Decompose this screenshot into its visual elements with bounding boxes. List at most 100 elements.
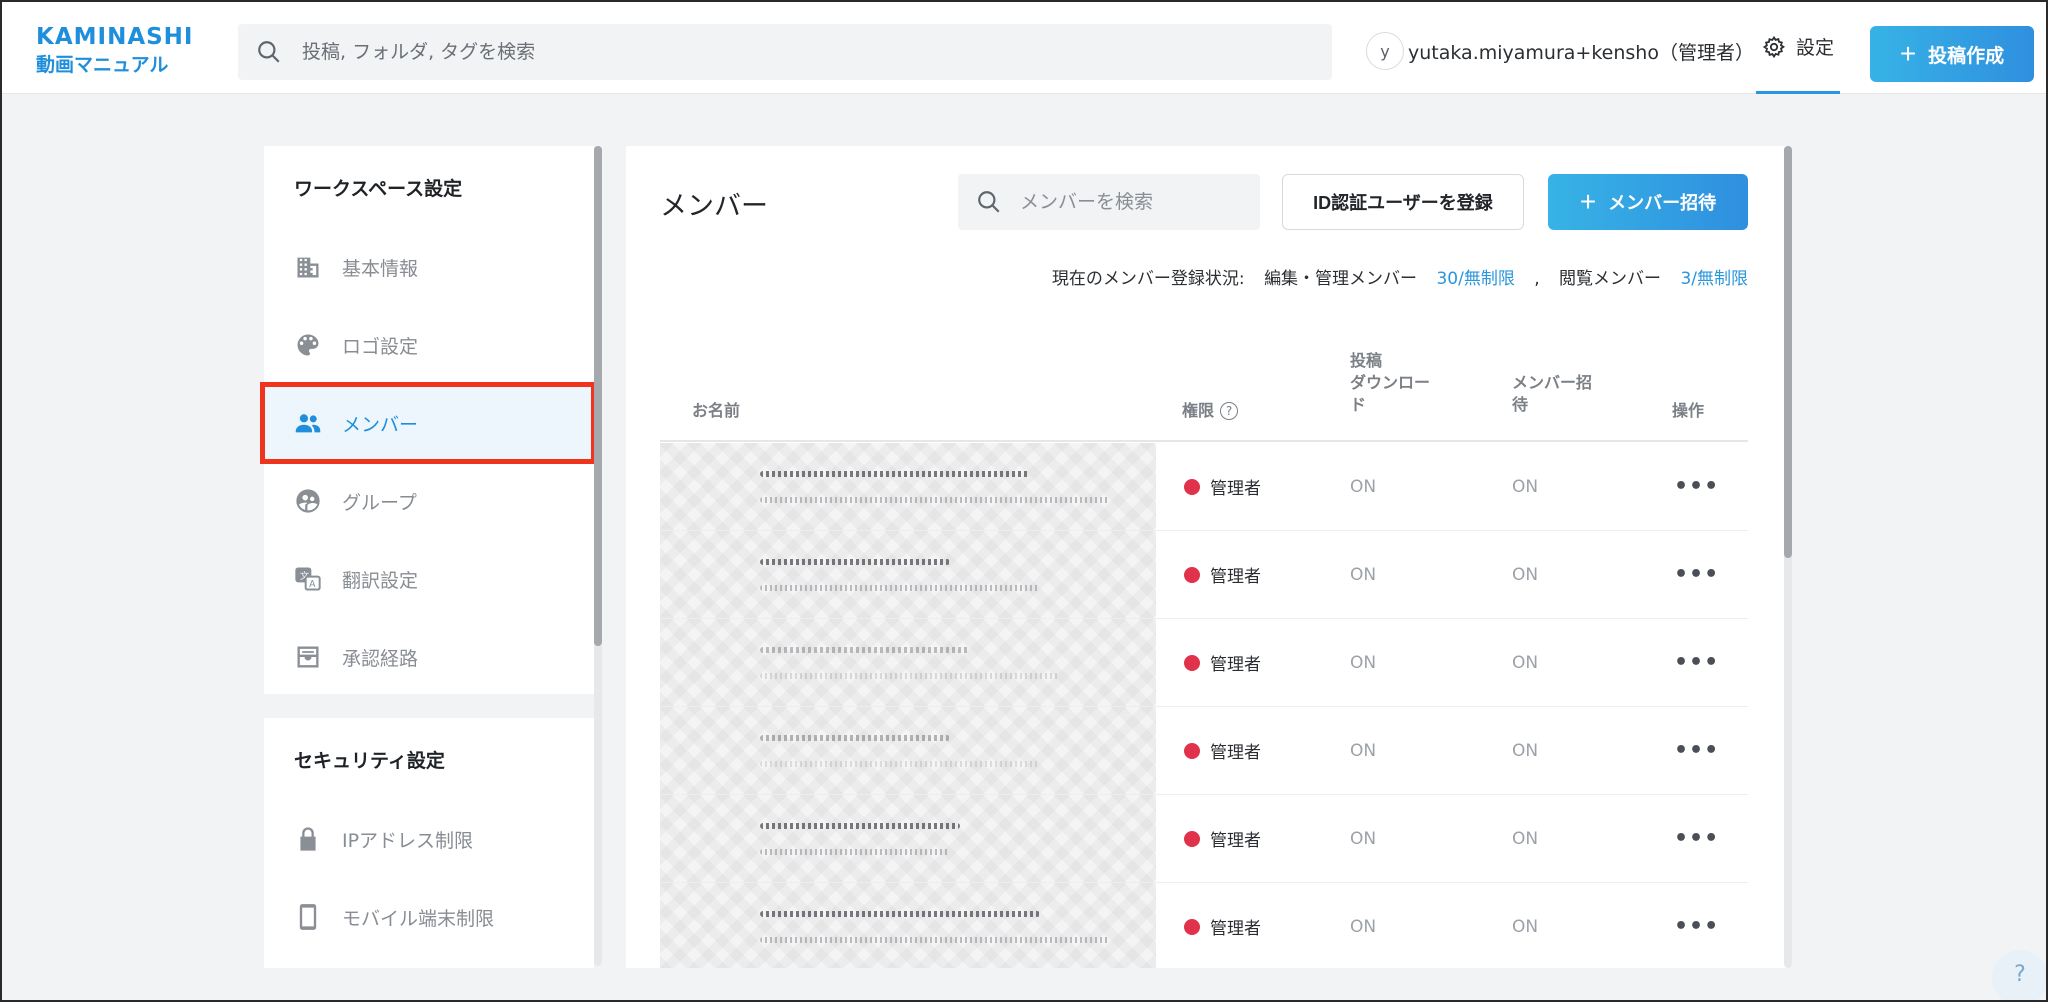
column-name[interactable]: お名前 — [692, 400, 740, 422]
logo-subtitle: 動画マニュアル — [36, 54, 169, 76]
invite-member-label: メンバー招待 — [1608, 193, 1717, 213]
more-options-icon[interactable]: ••• — [1674, 883, 1719, 968]
workspace-settings-card: ワークスペース設定 基本情報 ロゴ設定 メンバー グループ 文A 翻訳設定 承認… — [260, 146, 596, 696]
table-row[interactable]: 管理者 ON ON ••• — [660, 883, 1748, 968]
admin-dot-icon — [1184, 918, 1200, 935]
sidebar-item-label: モバイル端末制限 — [342, 907, 495, 930]
more-options-icon[interactable]: ••• — [1674, 443, 1719, 530]
role-label: 管理者 — [1210, 919, 1261, 939]
more-options-icon[interactable]: ••• — [1674, 795, 1719, 882]
lock-icon — [300, 827, 316, 851]
sidebar-item-logo[interactable]: ロゴ設定 — [264, 306, 594, 384]
workspace-settings-title: ワークスペース設定 — [294, 177, 463, 200]
redacted-member-name — [660, 619, 1156, 706]
table-row[interactable]: 管理者 ON ON ••• — [660, 619, 1748, 707]
main-scrollbar-thumb[interactable] — [1784, 146, 1792, 558]
download-cell: ON — [1350, 740, 1377, 761]
sidebar-item-label: メンバー — [342, 413, 419, 436]
editor-label: 編集・管理メンバー — [1264, 269, 1418, 289]
sidebar-item-label: IPアドレス制限 — [342, 829, 474, 852]
members-table-header: お名前 権限 ? 投稿 ダウンロー ド メンバー招 待 操作 — [660, 338, 1748, 442]
table-row[interactable]: 管理者 ON ON ••• — [660, 443, 1748, 531]
search-icon — [978, 191, 1000, 213]
logo-wordmark: KAMINASHI — [36, 24, 194, 50]
settings-tab[interactable]: 設定 — [1756, 2, 1840, 94]
download-cell: ON — [1350, 916, 1377, 937]
table-row[interactable]: 管理者 ON ON ••• — [660, 707, 1748, 795]
role-cell: 管理者 — [1184, 531, 1261, 618]
register-id-user-button[interactable]: ID認証ユーザーを登録 — [1282, 174, 1524, 230]
sidebar-item-approval-route[interactable]: 承認経路 — [264, 618, 594, 696]
sidebar-scrollbar-thumb[interactable] — [594, 146, 602, 646]
sidebar-item-mobile-restriction[interactable]: モバイル端末制限 — [264, 878, 594, 956]
security-settings-title: セキュリティ設定 — [294, 749, 445, 772]
download-cell: ON — [1350, 564, 1377, 585]
role-label: 管理者 — [1210, 655, 1261, 675]
sidebar-item-groups[interactable]: グループ — [264, 462, 594, 540]
global-search-input[interactable] — [302, 41, 1202, 63]
invite-member-button[interactable]: + メンバー招待 — [1548, 174, 1748, 230]
status-prefix: 現在のメンバー登録状況: — [1051, 269, 1245, 289]
avatar[interactable]: y — [1366, 32, 1404, 70]
redacted-member-name — [660, 795, 1156, 882]
sidebar-item-members[interactable]: メンバー — [260, 382, 596, 464]
viewer-label: 閲覧メンバー — [1559, 269, 1662, 289]
download-cell: ON — [1350, 476, 1377, 497]
group-icon — [296, 489, 320, 513]
global-search[interactable] — [238, 24, 1332, 80]
sidebar-item-ip-restriction[interactable]: IPアドレス制限 — [264, 800, 594, 878]
column-invite-line2: 待 — [1512, 395, 1529, 414]
column-ops: 操作 — [1672, 401, 1705, 420]
create-post-button[interactable]: + 投稿作成 — [1870, 26, 2034, 82]
people-icon — [295, 414, 321, 433]
sidebar-scrollbar[interactable] — [594, 146, 602, 966]
user-menu[interactable]: y yutaka.miyamura+kensho（管理者） — [1366, 32, 1754, 70]
role-cell: 管理者 — [1184, 795, 1261, 882]
svg-text:A: A — [309, 579, 316, 590]
main-scrollbar[interactable] — [1784, 146, 1792, 968]
admin-dot-icon — [1184, 742, 1200, 759]
column-download-line1: 投稿 — [1350, 351, 1383, 370]
phone-icon — [299, 904, 317, 930]
role-cell: 管理者 — [1184, 619, 1261, 706]
status-separator: , — [1534, 269, 1540, 289]
inbox-icon — [297, 646, 319, 668]
top-header: KAMINASHI 動画マニュアル y yutaka.miyamura+kens… — [2, 2, 2046, 94]
column-download[interactable]: 投稿 ダウンロー ド — [1350, 350, 1430, 416]
role-label: 管理者 — [1210, 479, 1261, 499]
column-role-label: 権限 — [1182, 401, 1215, 420]
table-row[interactable]: 管理者 ON ON ••• — [660, 531, 1748, 619]
app-logo[interactable]: KAMINASHI 動画マニュアル — [36, 24, 194, 78]
viewer-count-link[interactable]: 3/無制限 — [1680, 269, 1748, 289]
role-label: 管理者 — [1210, 831, 1261, 851]
table-row[interactable]: 管理者 ON ON ••• — [660, 795, 1748, 883]
download-cell: ON — [1350, 652, 1377, 673]
redacted-member-name — [660, 707, 1156, 794]
column-invite[interactable]: メンバー招 待 — [1512, 372, 1592, 416]
more-options-icon[interactable]: ••• — [1674, 707, 1719, 794]
column-role[interactable]: 権限 ? — [1182, 400, 1239, 422]
invite-cell: ON — [1512, 652, 1539, 673]
member-search[interactable] — [958, 174, 1260, 230]
admin-dot-icon — [1184, 478, 1200, 495]
sidebar-item-label: ロゴ設定 — [342, 335, 419, 358]
role-label: 管理者 — [1210, 743, 1261, 763]
sidebar-item-label: 承認経路 — [342, 647, 419, 670]
admin-dot-icon — [1184, 654, 1200, 671]
column-download-line3: ド — [1350, 395, 1367, 414]
redacted-member-name — [660, 531, 1156, 618]
editor-count-link[interactable]: 30/無制限 — [1436, 269, 1514, 289]
sidebar-item-translation[interactable]: 文A 翻訳設定 — [264, 540, 594, 618]
more-options-icon[interactable]: ••• — [1674, 531, 1719, 618]
member-search-input[interactable] — [1020, 191, 1240, 213]
plus-icon: + — [1579, 186, 1597, 217]
more-options-icon[interactable]: ••• — [1674, 619, 1719, 706]
help-circle-icon[interactable]: ? — [1220, 402, 1239, 420]
role-cell: 管理者 — [1184, 443, 1261, 530]
redacted-member-name — [660, 443, 1156, 530]
help-button[interactable]: ? — [1992, 950, 2046, 1000]
user-name[interactable]: yutaka.miyamura+kensho（管理者） — [1408, 38, 1754, 65]
sidebar-item-basic-info[interactable]: 基本情報 — [264, 228, 594, 306]
column-download-line2: ダウンロー — [1350, 373, 1431, 392]
invite-cell: ON — [1512, 828, 1539, 849]
